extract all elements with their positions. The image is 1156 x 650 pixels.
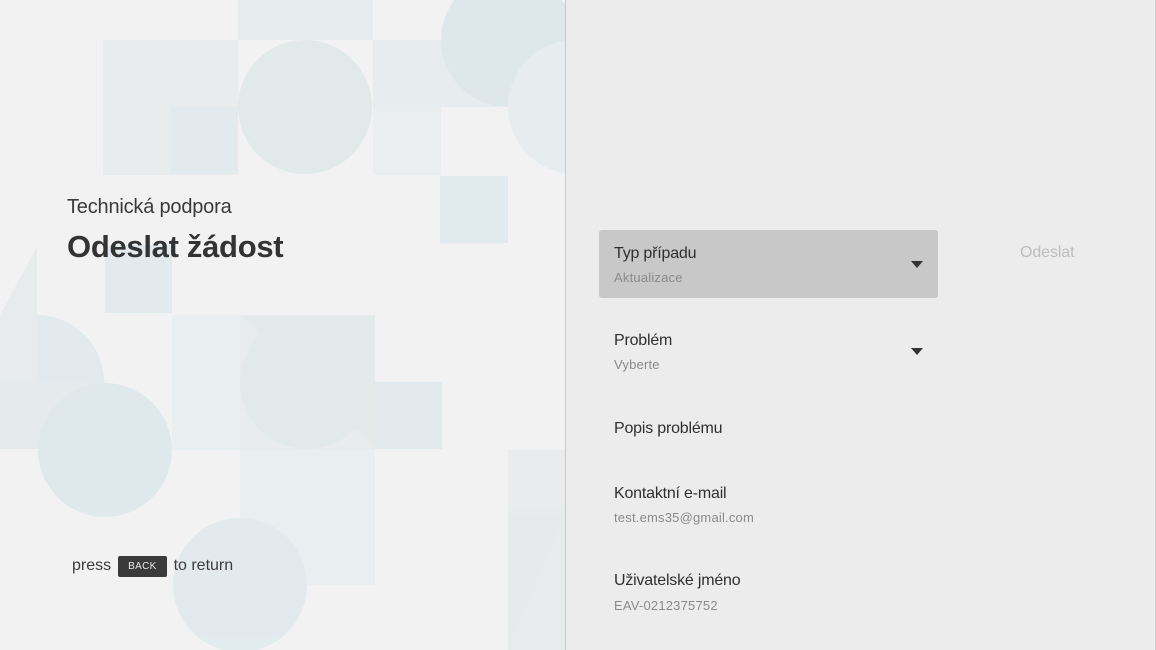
case-type-value: Aktualizace — [614, 270, 683, 285]
chevron-down-icon — [911, 348, 923, 355]
chevron-down-icon — [911, 261, 923, 268]
email-value: test.ems35@gmail.com — [614, 510, 755, 525]
username-field[interactable]: Uživatelské jméno EAV-0212375752 — [599, 557, 938, 625]
description-field[interactable]: Popis problému — [599, 405, 938, 473]
left-panel: Technická podpora Odeslat žádost press B… — [0, 0, 565, 650]
description-label: Popis problému — [614, 420, 723, 437]
problem-label: Problém — [614, 332, 673, 349]
email-label: Kontaktní e-mail — [614, 485, 727, 502]
case-type-dropdown[interactable]: Typ případu Aktualizace — [599, 230, 938, 298]
back-key-badge: BACK — [118, 555, 167, 577]
problem-value: Vyberte — [614, 357, 660, 372]
submit-button[interactable]: Odeslat — [1020, 244, 1075, 262]
back-hint: press BACK to return — [72, 552, 233, 580]
problem-dropdown[interactable]: Problém Vyberte — [599, 317, 938, 385]
hint-text-before: press — [72, 557, 112, 574]
username-value: EAV-0212375752 — [614, 598, 718, 613]
page-subtitle: Technická podpora — [67, 196, 232, 218]
page-title: Odeslat žádost — [67, 229, 284, 264]
username-label: Uživatelské jméno — [614, 572, 741, 589]
case-type-label: Typ případu — [614, 245, 697, 262]
email-field[interactable]: Kontaktní e-mail test.ems35@gmail.com — [599, 470, 938, 538]
hint-text-after: to return — [173, 557, 234, 574]
